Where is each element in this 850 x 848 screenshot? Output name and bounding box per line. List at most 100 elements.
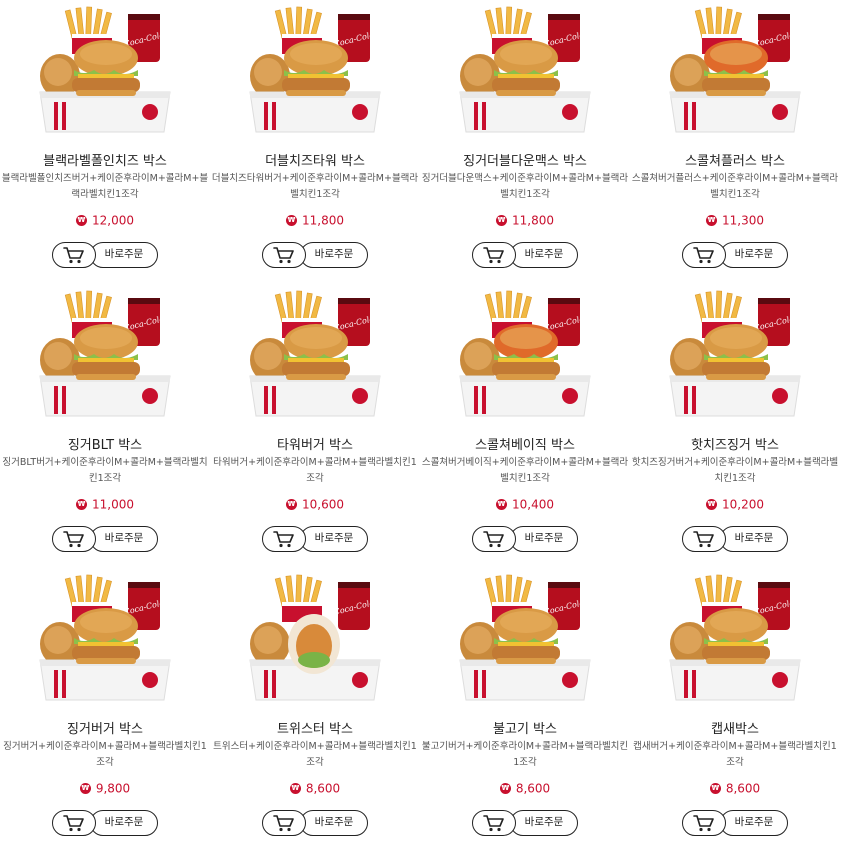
product-name[interactable]: 징거BLT 박스	[0, 434, 210, 453]
order-now-button[interactable]: 바로주문	[300, 526, 368, 552]
product-card[interactable]: Coca-Cola 징거버거 박스 징거버거+케이준후라이M+콜라M+블랙라벨치…	[0, 574, 210, 844]
order-now-button[interactable]: 바로주문	[510, 526, 578, 552]
won-icon: ₩	[496, 215, 507, 226]
product-image[interactable]: Coca-Cola	[452, 6, 598, 138]
order-now-button[interactable]: 바로주문	[720, 810, 788, 836]
product-image[interactable]: Coca-Cola	[32, 290, 178, 422]
product-actions: 바로주문	[472, 810, 578, 838]
product-name[interactable]: 불고기 박스	[420, 718, 630, 737]
price-row: ₩9,800	[0, 781, 210, 796]
order-now-button[interactable]: 바로주문	[720, 526, 788, 552]
product-name[interactable]: 스콜쳐플러스 박스	[630, 150, 840, 169]
product-actions: 바로주문	[262, 242, 368, 270]
price-row: ₩11,000	[0, 497, 210, 512]
order-now-button[interactable]: 바로주문	[90, 526, 158, 552]
product-card[interactable]: Coca-Cola 타워버거 박스 타워버거+케이준후라이M+콜라M+블랙라벨치…	[210, 290, 420, 560]
order-now-button[interactable]: 바로주문	[510, 242, 578, 268]
product-actions: 바로주문	[52, 242, 158, 270]
product-description: 타워버거+케이준후라이M+콜라M+블랙라벨치킨1조각	[213, 457, 417, 484]
price-row: ₩11,800	[210, 213, 420, 228]
product-image[interactable]: Coca-Cola	[242, 574, 388, 706]
product-price: 11,800	[512, 213, 554, 228]
add-to-cart-button[interactable]	[472, 526, 516, 552]
product-description: 징거BLT버거+케이준후라이M+콜라M+블랙라벨치킨1조각	[2, 457, 208, 484]
product-image[interactable]: Coca-Cola	[32, 574, 178, 706]
product-card[interactable]: Coca-Cola 징거BLT 박스 징거BLT버거+케이준후라이M+콜라M+블…	[0, 290, 210, 560]
won-icon: ₩	[286, 215, 297, 226]
product-name[interactable]: 핫치즈징거 박스	[630, 434, 840, 453]
product-card[interactable]: Coca-Cola 스콜쳐베이직 박스 스콜쳐버거베이직+케이준후라이M+콜라M…	[420, 290, 630, 560]
product-card[interactable]: Coca-Cola 핫치즈징거 박스 핫치즈징거버거+케이준후라이M+콜라M+블…	[630, 290, 840, 560]
product-image[interactable]: Coca-Cola	[242, 290, 388, 422]
product-name[interactable]: 트위스터 박스	[210, 718, 420, 737]
order-now-button[interactable]: 바로주문	[90, 810, 158, 836]
add-to-cart-button[interactable]	[52, 526, 96, 552]
product-image[interactable]: Coca-Cola	[662, 574, 808, 706]
product-card[interactable]: Coca-Cola 더블치즈타워 박스 더블치즈타워버거+케이준후라이M+콜라M…	[210, 6, 420, 276]
product-actions: 바로주문	[472, 242, 578, 270]
product-card[interactable]: Coca-Cola 블랙라벨폴인치즈 박스 블랙라벨폴인치즈버거+케이준후라이M…	[0, 6, 210, 276]
product-name[interactable]: 캡새박스	[630, 718, 840, 737]
product-image[interactable]: Coca-Cola	[662, 290, 808, 422]
product-name[interactable]: 더블치즈타워 박스	[210, 150, 420, 169]
order-now-button[interactable]: 바로주문	[300, 810, 368, 836]
product-image[interactable]: Coca-Cola	[452, 574, 598, 706]
product-actions: 바로주문	[52, 810, 158, 838]
product-description: 징거버거+케이준후라이M+콜라M+블랙라벨치킨1조각	[3, 741, 207, 768]
product-description: 블랙라벨폴인치즈버거+케이준후라이M+콜라M+블랙라벨치킨1조각	[1, 173, 209, 200]
product-name[interactable]: 스콜쳐베이직 박스	[420, 434, 630, 453]
price-row: ₩11,800	[420, 213, 630, 228]
price-row: ₩8,600	[420, 781, 630, 796]
order-now-button[interactable]: 바로주문	[510, 810, 578, 836]
won-icon: ₩	[499, 783, 511, 794]
product-price: 11,800	[302, 213, 344, 228]
price-row: ₩10,200	[630, 497, 840, 512]
product-description: 불고기버거+케이준후라이M+콜라M+블랙라벨치킨1조각	[421, 741, 629, 768]
product-name[interactable]: 블랙라벨폴인치즈 박스	[0, 150, 210, 169]
product-image[interactable]: Coca-Cola	[242, 6, 388, 138]
product-name[interactable]: 징거더블다운맥스 박스	[420, 150, 630, 169]
won-icon: ₩	[76, 499, 87, 510]
product-card[interactable]: Coca-Cola 불고기 박스 불고기버거+케이준후라이M+콜라M+블랙라벨치…	[420, 574, 630, 844]
won-icon: ₩	[496, 499, 507, 510]
product-image[interactable]: Coca-Cola	[452, 290, 598, 422]
product-description: 스콜쳐버거플러스+케이준후라이M+콜라M+블랙라벨치킨1조각	[631, 173, 839, 200]
add-to-cart-button[interactable]	[472, 242, 516, 268]
won-icon: ₩	[79, 783, 91, 794]
order-now-button[interactable]: 바로주문	[300, 242, 368, 268]
product-name[interactable]: 징거버거 박스	[0, 718, 210, 737]
add-to-cart-button[interactable]	[262, 810, 306, 836]
product-price: 8,600	[515, 781, 551, 796]
won-icon: ₩	[76, 215, 87, 226]
product-description: 핫치즈징거버거+케이준후라이M+콜라M+블랙라벨치킨1조각	[631, 457, 839, 484]
product-price: 10,400	[512, 497, 554, 512]
product-description: 스콜쳐버거베이직+케이준후라이M+콜라M+블랙라벨치킨1조각	[421, 457, 629, 484]
product-price: 10,600	[302, 497, 344, 512]
product-card[interactable]: Coca-Cola 트위스터 박스 트위스터+케이준후라이M+콜라M+블랙라벨치…	[210, 574, 420, 844]
add-to-cart-button[interactable]	[52, 810, 96, 836]
product-image[interactable]: Coca-Cola	[32, 6, 178, 138]
add-to-cart-button[interactable]	[682, 242, 726, 268]
add-to-cart-button[interactable]	[682, 526, 726, 552]
product-card[interactable]: Coca-Cola 징거더블다운맥스 박스 징거더블다운맥스+케이준후라이M+콜…	[420, 6, 630, 276]
add-to-cart-button[interactable]	[262, 242, 306, 268]
product-actions: 바로주문	[682, 810, 788, 838]
won-icon: ₩	[289, 783, 301, 794]
add-to-cart-button[interactable]	[52, 242, 96, 268]
product-price: 11,000	[92, 497, 134, 512]
add-to-cart-button[interactable]	[682, 810, 726, 836]
product-price: 9,800	[95, 781, 131, 796]
order-now-button[interactable]: 바로주문	[720, 242, 788, 268]
add-to-cart-button[interactable]	[262, 526, 306, 552]
product-actions: 바로주문	[682, 242, 788, 270]
won-icon: ₩	[709, 783, 721, 794]
product-price: 12,000	[92, 213, 134, 228]
order-now-button[interactable]: 바로주문	[90, 242, 158, 268]
product-image[interactable]: Coca-Cola	[662, 6, 808, 138]
product-name[interactable]: 타워버거 박스	[210, 434, 420, 453]
product-card[interactable]: Coca-Cola 스콜쳐플러스 박스 스콜쳐버거플러스+케이준후라이M+콜라M…	[630, 6, 840, 276]
product-card[interactable]: Coca-Cola 캡새박스 캡새버거+케이준후라이M+콜라M+블랙라벨치킨1조…	[630, 574, 840, 844]
price-row: ₩11,300	[630, 213, 840, 228]
product-actions: 바로주문	[472, 526, 578, 554]
add-to-cart-button[interactable]	[472, 810, 516, 836]
